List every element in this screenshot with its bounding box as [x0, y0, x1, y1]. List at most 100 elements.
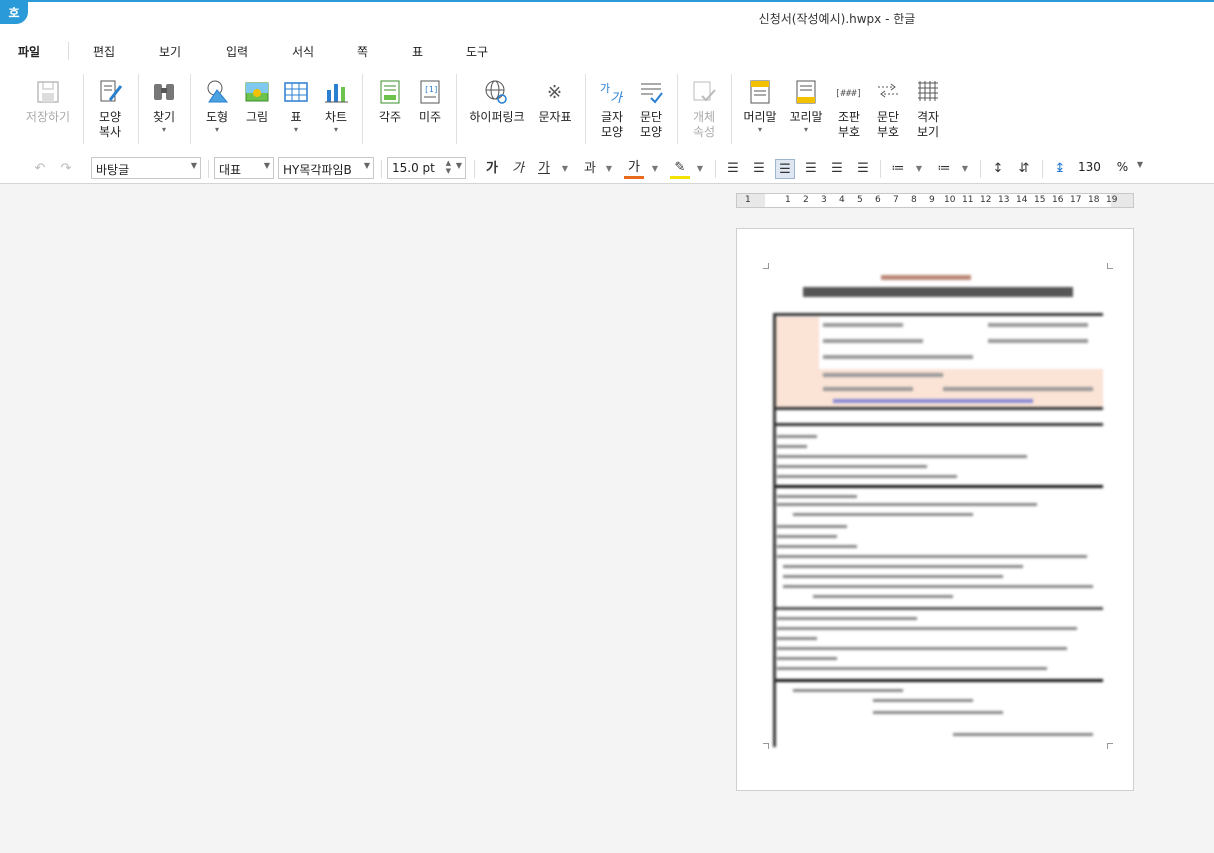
align-right-icon[interactable]: ☰ — [801, 159, 821, 179]
hyperlink-button[interactable]: 하이퍼링크 — [462, 72, 532, 152]
menu-separator — [68, 42, 69, 60]
ruler-tick: 1 — [785, 195, 791, 205]
align-justify-icon[interactable]: ☰ — [723, 159, 743, 179]
chevron-down-icon[interactable]: ▾ — [312, 125, 360, 135]
header-button[interactable]: 머리말 ▾ — [736, 72, 784, 152]
chevron-down-icon[interactable]: ▼ — [695, 159, 705, 179]
chevron-down-icon[interactable]: ▼ — [960, 159, 970, 179]
ruler-tick: 7 — [893, 195, 899, 205]
footnote-icon — [380, 80, 400, 104]
chevron-down-icon: ▼ — [190, 161, 197, 170]
menu-edit[interactable]: 편집 — [93, 43, 115, 60]
font-select[interactable]: HY목각파임B ▼ — [278, 157, 374, 179]
underline-button[interactable]: 가 — [534, 159, 554, 179]
chevron-down-icon[interactable]: ▼ — [560, 159, 570, 179]
title-bar: 호 신청서(작성예시).hwpx - 한글 — [0, 0, 1214, 34]
menu-file[interactable]: 파일 — [18, 43, 40, 60]
find-label: 찾기 — [152, 110, 176, 124]
symbol-icon: ※ — [547, 82, 562, 103]
bar-chart-icon — [325, 84, 348, 103]
font-value: HY목각파임B — [283, 163, 352, 177]
italic-button[interactable]: 가 — [508, 159, 528, 179]
object-props-button[interactable]: 개체 속성 — [680, 72, 728, 152]
chevron-down-icon[interactable]: ▾ — [736, 125, 784, 135]
align-distribute-icon[interactable]: ☰ — [827, 159, 847, 179]
document-content — [773, 275, 1103, 747]
zoom-select[interactable]: 130 % ▼ — [1074, 157, 1146, 179]
document-page[interactable] — [736, 228, 1134, 791]
chevron-down-icon: ▼ — [1136, 160, 1143, 169]
menu-insert[interactable]: 입력 — [226, 43, 248, 60]
grid-view-button[interactable]: 격자 보기 — [904, 72, 952, 152]
zoom-unit: % — [1116, 160, 1129, 174]
menu-format[interactable]: 서식 — [292, 43, 314, 60]
endnote-icon: [1] — [420, 80, 440, 104]
align-left-icon[interactable]: ☰ — [749, 159, 769, 179]
table-icon — [284, 82, 308, 102]
ruler-tick: 17 — [1070, 195, 1082, 205]
style-select[interactable]: 바탕글 ▼ — [91, 157, 201, 179]
grid-icon — [918, 81, 938, 101]
window-title: 신청서(작성예시).hwpx - 한글 — [758, 12, 916, 26]
chevron-down-icon[interactable]: ▼ — [650, 159, 660, 179]
decrease-spacing-icon[interactable]: ⇵ — [1014, 159, 1034, 179]
line-height-icon[interactable]: ↨ — [1050, 159, 1070, 179]
ribbon-separator — [731, 74, 732, 144]
language-value: 대표 — [219, 163, 242, 177]
binoculars-icon — [154, 84, 174, 100]
endnote-label: 미주 — [418, 110, 442, 124]
shape-copy-button[interactable]: 모양 복사 — [86, 72, 134, 152]
align-split-icon[interactable]: ☰ — [853, 159, 873, 179]
chevron-down-icon: ▼ — [455, 161, 462, 170]
save-button[interactable]: 저장하기 — [20, 72, 76, 152]
save-label: 저장하기 — [25, 110, 71, 124]
menu-bar: 파일 편집 보기 입력 서식 쪽 표 도구 — [0, 34, 1214, 66]
bullet-list-icon[interactable]: ≔ — [888, 159, 908, 179]
menu-page[interactable]: 쪽 — [357, 43, 368, 60]
chevron-down-icon[interactable]: ▾ — [140, 125, 188, 135]
language-select[interactable]: 대표 ▼ — [214, 157, 274, 179]
footer-icon — [796, 80, 816, 104]
menu-tools[interactable]: 도구 — [466, 43, 488, 60]
chevron-down-icon[interactable]: ▾ — [782, 125, 830, 135]
font-color-button[interactable]: 가 — [624, 159, 644, 179]
endnote-button[interactable]: [1] 미주 — [406, 72, 454, 152]
chart-button[interactable]: 차트 ▾ — [312, 72, 360, 152]
para-shape-button[interactable]: 문단 모양 — [627, 72, 675, 152]
toolbar-separator — [381, 160, 382, 178]
save-icon — [37, 81, 59, 103]
crop-mark — [763, 743, 769, 749]
chevron-down-icon[interactable]: ▼ — [604, 159, 614, 179]
ruler-tick: 18 — [1088, 195, 1100, 205]
svg-text:※: ※ — [547, 82, 562, 103]
layout-code-icon: [###] — [835, 89, 862, 99]
menu-view[interactable]: 보기 — [159, 43, 181, 60]
ruler-tick: 11 — [962, 195, 974, 205]
chevron-down-icon[interactable]: ▼ — [914, 159, 924, 179]
bold-button[interactable]: 가 — [482, 159, 502, 179]
numbered-list-icon[interactable]: ≔ — [934, 159, 954, 179]
horizontal-ruler[interactable]: 1 1 2 3 4 5 6 7 8 9 10 11 12 13 14 15 16… — [736, 193, 1134, 208]
shape-copy-label: 모양 복사 — [98, 110, 122, 139]
highlight-icon[interactable]: ✎ — [670, 159, 690, 179]
object-props-label: 개체 속성 — [692, 110, 716, 139]
ruler-tick: 12 — [980, 195, 992, 205]
ruler-tick: 1 — [745, 195, 751, 205]
ruler-tick: 4 — [839, 195, 845, 205]
find-button[interactable]: 찾기 ▾ — [140, 72, 188, 152]
strikethrough-button[interactable]: 과 — [580, 159, 600, 179]
menu-table[interactable]: 표 — [412, 43, 423, 60]
ruler-tick: 8 — [911, 195, 917, 205]
undo-icon[interactable]: ↶ — [30, 159, 50, 179]
increase-spacing-icon[interactable]: ↕ — [988, 159, 1008, 179]
ribbon-separator — [456, 74, 457, 144]
ruler-tick: 15 — [1034, 195, 1046, 205]
char-map-label: 문자표 — [538, 110, 572, 124]
ribbon: 저장하기 모양 복사 찾기 ▾ 도형 ▾ 그림 표 ▾ 차트 ▾ 각주 [1] … — [0, 66, 1214, 154]
footer-button[interactable]: 꼬리말 ▾ — [782, 72, 830, 152]
ruler-tick: 19 — [1106, 195, 1118, 205]
redo-icon[interactable]: ↷ — [56, 159, 76, 179]
font-size-stepper[interactable]: 15.0 pt ▲ ▼ ▼ — [387, 157, 466, 179]
align-center-icon[interactable]: ☰ — [775, 159, 795, 179]
char-map-button[interactable]: ※ 문자표 — [532, 72, 578, 152]
